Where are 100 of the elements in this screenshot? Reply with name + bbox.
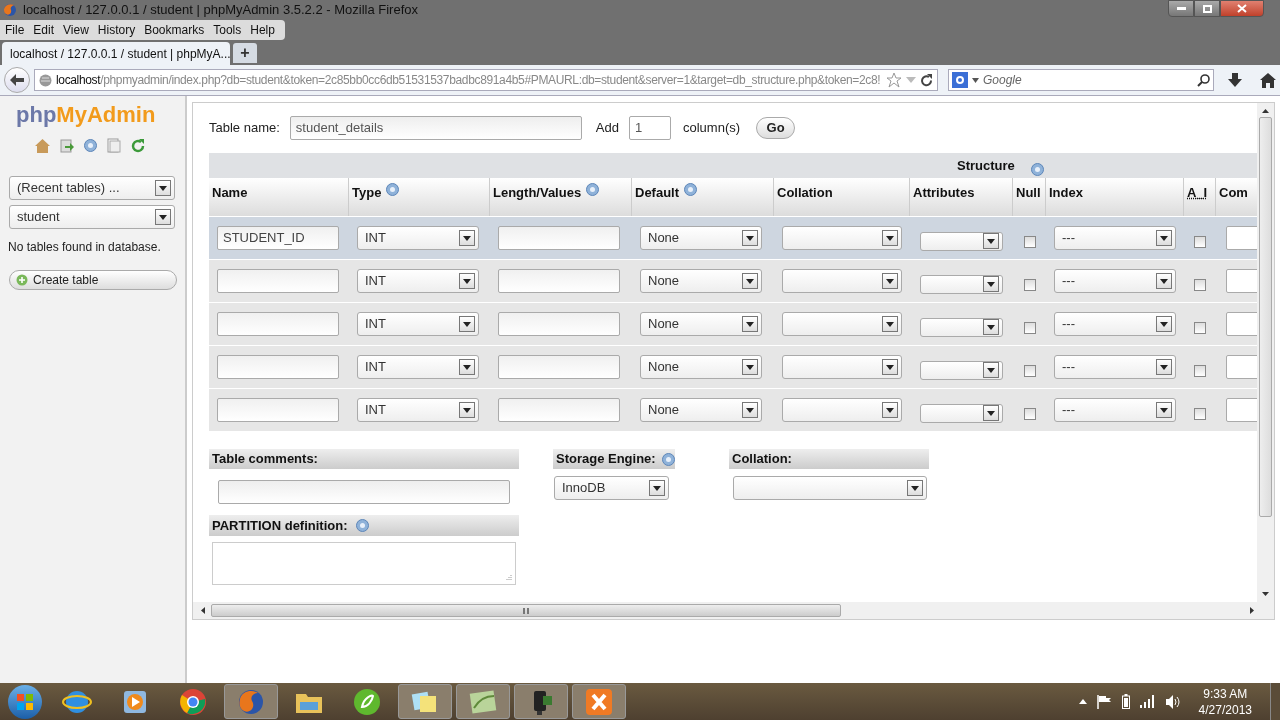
collation-select[interactable]	[782, 269, 902, 293]
flag-icon[interactable]	[1096, 694, 1112, 709]
search-engine-icon[interactable]	[952, 72, 968, 88]
menu-item[interactable]: History	[97, 21, 136, 39]
create-table-button[interactable]: Create table	[9, 270, 177, 290]
checkbox[interactable]	[1023, 408, 1036, 420]
taskbar-button[interactable]	[514, 684, 568, 719]
collation-select[interactable]	[782, 398, 902, 422]
menu-item[interactable]: Bookmarks	[144, 21, 205, 39]
vertical-scrollbar[interactable]	[1257, 103, 1274, 602]
help-icon[interactable]	[355, 519, 369, 532]
index-select[interactable]: ---	[1054, 398, 1176, 422]
menu-item[interactable]: View	[63, 21, 89, 39]
help-icon[interactable]	[684, 183, 698, 196]
index-select[interactable]: ---	[1054, 269, 1176, 293]
back-button[interactable]	[4, 67, 30, 93]
caret-icon[interactable]	[972, 77, 979, 83]
resize-grip-icon[interactable]	[506, 575, 512, 581]
home-icon[interactable]	[1260, 72, 1276, 88]
start-button[interactable]	[8, 684, 42, 719]
signal-bars-icon[interactable]	[1139, 695, 1155, 708]
index-select[interactable]: ---	[1054, 226, 1176, 250]
refresh-icon[interactable]	[131, 138, 145, 153]
scroll-right-icon[interactable]	[1250, 607, 1254, 614]
type-select[interactable]: INT	[357, 312, 479, 336]
attributes-select[interactable]	[920, 274, 1003, 294]
scroll-up-icon[interactable]	[1262, 109, 1269, 113]
show-desktop-button[interactable]	[1270, 683, 1280, 720]
close-button[interactable]	[1220, 0, 1264, 17]
index-select[interactable]: ---	[1054, 355, 1176, 379]
speaker-icon[interactable]	[1164, 694, 1181, 709]
minimize-button[interactable]	[1168, 0, 1194, 17]
taskbar-button[interactable]	[572, 684, 626, 719]
attributes-select[interactable]	[920, 360, 1003, 380]
length-field[interactable]	[498, 269, 620, 293]
star-icon[interactable]	[886, 72, 902, 88]
download-icon[interactable]	[1228, 72, 1242, 88]
checkbox[interactable]	[1194, 279, 1206, 291]
column-count-field[interactable]: 1	[628, 116, 671, 140]
checkbox[interactable]	[1194, 408, 1206, 420]
default-select[interactable]: None	[640, 355, 762, 379]
clock[interactable]: 9:33 AM 4/27/2013	[1198, 685, 1252, 718]
table-name-field[interactable]: student_details	[289, 116, 582, 140]
collation-select[interactable]	[782, 312, 902, 336]
collation-select[interactable]	[782, 355, 902, 379]
attributes-select[interactable]	[920, 231, 1003, 251]
length-field[interactable]	[498, 355, 620, 379]
battery-icon[interactable]	[1121, 694, 1130, 709]
new-tab-button[interactable]: +	[233, 43, 257, 63]
menu-item[interactable]: Help	[250, 21, 275, 39]
go-button[interactable]: Go	[756, 117, 796, 139]
menu-item[interactable]: Edit	[33, 21, 55, 39]
horizontal-scrollbar[interactable]	[193, 602, 1274, 619]
menu-item[interactable]: File	[5, 21, 25, 39]
checkbox[interactable]	[1023, 322, 1036, 334]
type-select[interactable]: INT	[357, 398, 479, 422]
database-select[interactable]: student	[9, 205, 175, 229]
length-field[interactable]	[498, 398, 620, 422]
checkbox[interactable]	[1023, 279, 1036, 291]
default-select[interactable]: None	[640, 312, 762, 336]
reload-icon[interactable]	[920, 73, 933, 87]
attributes-select[interactable]	[920, 403, 1003, 423]
checkbox[interactable]	[1194, 236, 1206, 248]
maximize-button[interactable]	[1194, 0, 1220, 17]
scroll-left-icon[interactable]	[201, 607, 205, 614]
collation-select[interactable]	[733, 476, 927, 500]
attributes-select[interactable]	[920, 317, 1003, 337]
address-field[interactable]: localhost/phpmyadmin/index.php?db=student&token=2c85bb0cc6db51531537badbc891a4b5#PMAURL:db=student&server=1&target=db_structure.php&token=2c8!	[34, 69, 938, 91]
name-field[interactable]	[217, 269, 339, 293]
recent-tables-select[interactable]: (Recent tables) ...	[9, 176, 175, 200]
default-select[interactable]: None	[640, 269, 762, 293]
default-select[interactable]: None	[640, 226, 762, 250]
default-select[interactable]: None	[640, 398, 762, 422]
help-icon[interactable]	[661, 452, 675, 466]
length-field[interactable]	[498, 226, 620, 250]
checkbox[interactable]	[1023, 365, 1036, 377]
length-field[interactable]	[498, 312, 620, 336]
index-select[interactable]: ---	[1054, 312, 1176, 336]
checkbox[interactable]	[1194, 365, 1206, 377]
help-icon[interactable]	[386, 183, 400, 196]
checkbox[interactable]	[1023, 236, 1036, 248]
name-field[interactable]	[217, 398, 339, 422]
scroll-down-icon[interactable]	[1262, 592, 1269, 596]
help-icon[interactable]	[84, 139, 97, 152]
search-field[interactable]: Google	[948, 69, 1214, 91]
collation-select[interactable]	[782, 226, 902, 250]
name-field[interactable]: STUDENT_ID	[217, 226, 339, 250]
help-icon[interactable]	[586, 183, 600, 196]
type-select[interactable]: INT	[357, 269, 479, 293]
name-field[interactable]	[217, 355, 339, 379]
up-arrow-icon[interactable]	[1078, 699, 1087, 704]
menu-item[interactable]: Tools	[213, 21, 242, 39]
table-comments-field[interactable]	[218, 480, 510, 504]
storage-engine-select[interactable]: InnoDB	[554, 476, 669, 500]
type-select[interactable]: INT	[357, 355, 479, 379]
type-select[interactable]: INT	[357, 226, 479, 250]
name-field[interactable]	[217, 312, 339, 336]
browser-tab[interactable]: localhost / 127.0.0.1 / student | phpMyA...	[2, 42, 230, 65]
search-icon[interactable]	[1197, 73, 1210, 87]
checkbox[interactable]	[1194, 322, 1206, 334]
